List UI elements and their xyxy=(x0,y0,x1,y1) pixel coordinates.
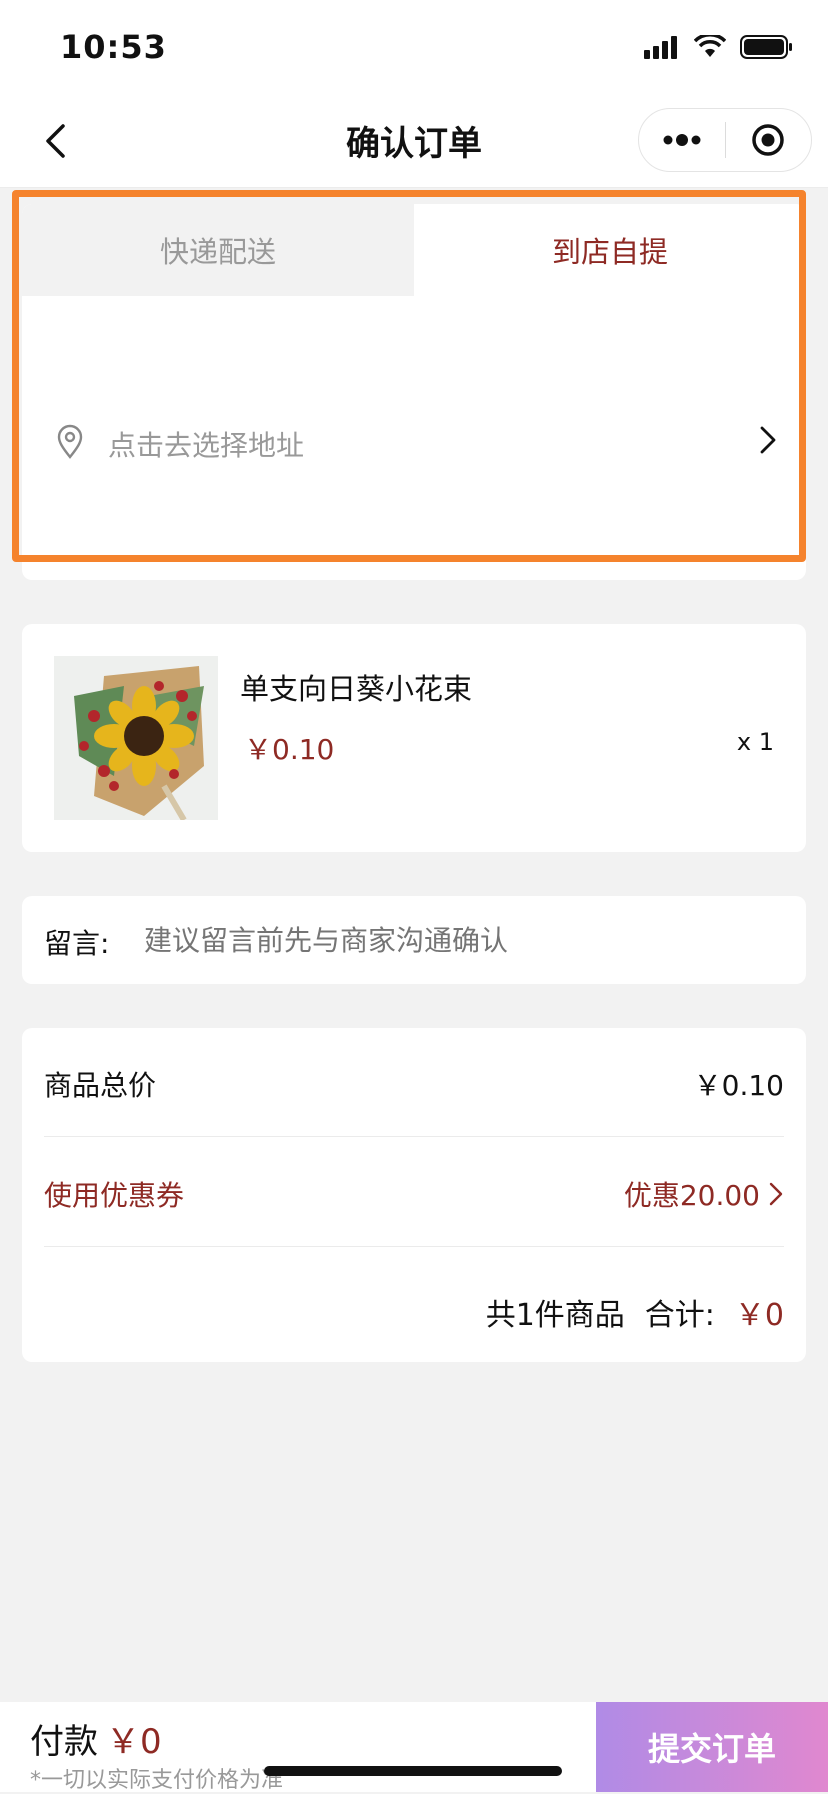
more-dots-icon xyxy=(663,134,701,146)
total-line: 共1件商品 合计: ￥0 xyxy=(486,1290,784,1334)
product-price: ￥0.10 xyxy=(244,733,335,766)
product-quantity: x 1 xyxy=(736,728,774,756)
summary-divider xyxy=(44,1246,784,1247)
submit-order-button[interactable]: 提交订单 xyxy=(596,1702,828,1792)
goods-total-label: 商品总价 xyxy=(44,1069,157,1102)
coupon-label: 使用优惠券 xyxy=(44,1179,185,1212)
message-card: 留言: xyxy=(22,896,806,984)
address-placeholder: 点击去选择地址 xyxy=(108,429,305,462)
summary-card: 商品总价 ￥0.10 使用优惠券 优惠20.00 共1件商品 合计: ￥0 xyxy=(22,1028,806,1362)
delivery-tabs: 快递配送 到店自提 xyxy=(22,204,806,296)
checkout-bar: 付款 ￥0 *一切以实际支付价格为准 提交订单 xyxy=(0,1702,828,1793)
close-mini-program-button[interactable] xyxy=(726,109,812,171)
message-label: 留言: xyxy=(44,927,110,960)
chevron-right-icon xyxy=(760,426,776,454)
battery-icon xyxy=(740,35,792,59)
status-icons xyxy=(644,34,794,60)
goods-total-value: ￥0.10 xyxy=(693,1069,784,1102)
status-bar: 10:53 xyxy=(0,0,828,96)
message-input[interactable] xyxy=(144,912,784,968)
signal-icon xyxy=(644,36,677,59)
location-pin-icon xyxy=(57,424,83,459)
coupon-value: 优惠20.00 xyxy=(623,1179,760,1212)
tab-express-delivery[interactable]: 快递配送 xyxy=(22,204,414,296)
target-circle-icon xyxy=(752,124,784,156)
product-name: 单支向日葵小花束 xyxy=(240,672,473,706)
coupon-row[interactable]: 使用优惠券 优惠20.00 xyxy=(44,1138,784,1246)
pay-note: *一切以实际支付价格为准 xyxy=(30,1768,284,1793)
more-button[interactable] xyxy=(639,109,725,171)
summary-divider xyxy=(44,1136,784,1137)
total-label: 合计: xyxy=(644,1298,715,1333)
pay-amount: ￥0 xyxy=(106,1722,162,1762)
product-image xyxy=(54,656,218,820)
delivery-card: 快递配送 到店自提 点击去选择地址 xyxy=(22,204,806,580)
home-indicator xyxy=(264,1766,562,1776)
coupon-value-group: 优惠20.00 xyxy=(624,1174,784,1214)
nav-bar: 确认订单 xyxy=(0,96,828,188)
total-value: ￥0 xyxy=(734,1298,784,1333)
tab-store-pickup[interactable]: 到店自提 xyxy=(414,204,806,296)
mini-program-capsule xyxy=(638,108,812,172)
pay-label: 付款 xyxy=(30,1722,98,1762)
product-card[interactable]: 单支向日葵小花束 ￥0.10 x 1 xyxy=(22,624,806,852)
address-selector[interactable]: 点击去选择地址 xyxy=(22,404,806,484)
goods-total-row: 商品总价 ￥0.10 xyxy=(44,1028,784,1136)
chevron-right-icon xyxy=(769,1182,783,1206)
status-time: 10:53 xyxy=(60,28,167,66)
wifi-icon xyxy=(694,35,726,57)
item-count: 共1件商品 xyxy=(485,1298,625,1333)
sunflower-bouquet-image xyxy=(54,656,218,820)
